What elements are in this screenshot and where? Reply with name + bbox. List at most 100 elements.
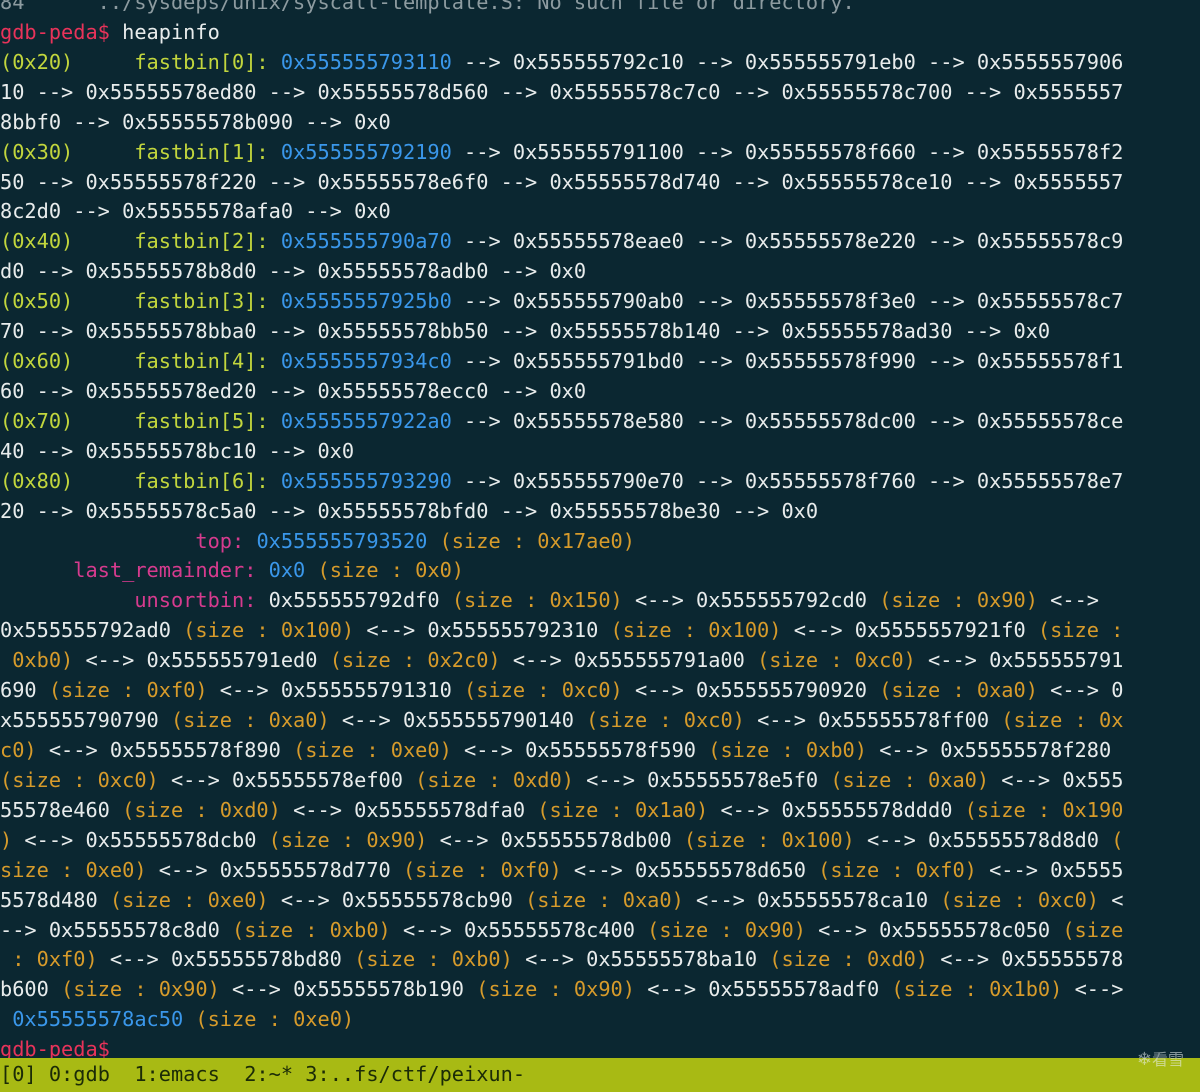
- terminal-text-segment: 70 --> 0x55555578bba0 --> 0x55555578bb50…: [0, 319, 1051, 344]
- terminal-text-segment: 8bbf0 --> 0x55555578b090 --> 0x0: [0, 109, 391, 134]
- terminal-line: gdb-peda$: [0, 1035, 110, 1058]
- terminal-text-segment: <--> 0x555555792cd0: [622, 588, 880, 613]
- terminal-text-segment: --> 0x555555792c10 --> 0x555555791eb0 --…: [451, 49, 1124, 74]
- terminal-text-segment: 20 --> 0x55555578c5a0 --> 0x55555578bfd0…: [0, 498, 819, 523]
- terminal-text-segment: <--> 0x55555578ddd0: [708, 797, 965, 822]
- terminal-line: (0x20) fastbin[0]: 0x555555793110 --> 0x…: [0, 48, 1123, 78]
- terminal-line: top: 0x555555793520 (size : 0x17ae0): [0, 527, 635, 557]
- terminal-text-segment: (size : 0x90): [268, 827, 428, 852]
- terminal-text-segment: --> 0x555555790e70 --> 0x55555578f760 --…: [451, 468, 1124, 493]
- terminal-text-segment: <--> 0x55555578ba10: [512, 947, 770, 972]
- terminal-text-segment: fastbin[1]:: [134, 139, 269, 164]
- terminal-text-segment: 0x555555793290: [280, 468, 452, 493]
- terminal-text-segment: (size : 0x17ae0): [427, 528, 635, 553]
- terminal-text-segment: 0x555555792ad0: [0, 618, 184, 643]
- terminal-text-segment: gdb-peda$: [0, 19, 110, 44]
- terminal-text-segment: <--> 0x55555578cb90: [268, 887, 526, 912]
- terminal-text-segment: <--> 0x5555557921f0: [781, 618, 1038, 643]
- terminal-text-segment: (size: [1062, 917, 1124, 942]
- terminal-text-segment: (0x60): [0, 349, 135, 374]
- terminal-text-segment: 40 --> 0x55555578bc10 --> 0x0: [0, 438, 355, 463]
- terminal-text-segment: fastbin[3]:: [134, 289, 269, 314]
- terminal-text-segment: (size : 0xa0): [525, 887, 684, 912]
- watermark: ❄看雪: [1137, 1046, 1184, 1070]
- terminal-text-segment: (size : 0x90): [61, 977, 220, 1002]
- terminal-line: 55578e460 (size : 0xd0) <--> 0x55555578d…: [0, 796, 1123, 826]
- terminal-text-segment: (size :: [1037, 618, 1124, 643]
- terminal-text-segment: (size : 0x1b0): [891, 977, 1063, 1002]
- terminal-text-segment: (size : 0x100): [610, 618, 782, 643]
- terminal-text-segment: <--> 0x555555791a00: [500, 648, 758, 673]
- terminal-line: 40 --> 0x55555578bc10 --> 0x0: [0, 437, 354, 467]
- terminal-text-segment: (size : 0xa0): [170, 708, 330, 733]
- terminal-line: gdb-peda$ heapinfo: [0, 18, 220, 48]
- terminal-line: 10 --> 0x55555578ed80 --> 0x55555578d560…: [0, 78, 1123, 108]
- terminal-text-segment: 5578d480: [0, 887, 110, 912]
- terminal-text-segment: (size : 0x0): [305, 558, 465, 583]
- terminal-text-segment: (size : 0x190: [964, 797, 1124, 822]
- terminal-text-segment: (0x20): [0, 49, 135, 74]
- terminal-text-segment: <--> 0x555555790140: [329, 708, 587, 733]
- terminal-text-segment: <--> 0x555: [989, 767, 1124, 792]
- terminal-text-segment: <--> 0x55555578ef00: [158, 767, 416, 792]
- terminal-text-segment: (size : 0xc0): [0, 767, 159, 792]
- terminal-line: (0x50) fastbin[3]: 0x5555557925b0 --> 0x…: [0, 287, 1123, 317]
- terminal-text-segment: <--> 0x55555578ca10: [683, 887, 941, 912]
- terminal-text-segment: (size : 0xb0): [354, 947, 513, 972]
- terminal-text-segment: <--> 0x55555578c400: [390, 917, 648, 942]
- terminal-line: ) <--> 0x55555578dcb0 (size : 0x90) <-->…: [0, 826, 1123, 856]
- tmux-session-label: [0]: [0, 1062, 37, 1086]
- terminal-text-segment: (size : 0xf0): [818, 857, 977, 882]
- tmux-window-list[interactable]: 0:gdb 1:emacs 2:~* 3:..fs/ctf/peixun-: [37, 1062, 525, 1086]
- terminal-text-segment: --> 0x55555578c8d0: [0, 917, 232, 942]
- terminal-text-segment: unsortbin:: [134, 588, 257, 613]
- terminal-line: 60 --> 0x55555578ed20 --> 0x55555578ecc0…: [0, 377, 586, 407]
- terminal-text-segment: <-->: [1037, 588, 1099, 613]
- terminal-text-segment: (0x80): [0, 468, 135, 493]
- terminal-text-segment: 0x55555578ac50: [12, 1007, 184, 1032]
- terminal-text-segment: (size : 0xe0): [293, 738, 452, 762]
- terminal-text-segment: (size : 0x90): [476, 977, 635, 1002]
- terminal-line: 8bbf0 --> 0x55555578b090 --> 0x0: [0, 108, 391, 138]
- terminal-text-segment: <--> 0x55555578e5f0: [573, 767, 831, 792]
- terminal-line: (0x60) fastbin[4]: 0x5555557934c0 --> 0x…: [0, 347, 1123, 377]
- terminal-text-segment: 0x0: [268, 558, 306, 583]
- tmux-status-bar: [0] 0:gdb 1:emacs 2:~* 3:..fs/ctf/peixun…: [0, 1058, 1200, 1092]
- terminal-line: 0xb0) <--> 0x555555791ed0 (size : 0x2c0)…: [0, 646, 1123, 676]
- terminal-line: b600 (size : 0x90) <--> 0x55555578b190 (…: [0, 975, 1123, 1005]
- terminal-text-segment: 10 --> 0x55555578ed80 --> 0x55555578d560…: [0, 79, 1124, 104]
- terminal-line: (0x30) fastbin[1]: 0x555555792190 --> 0x…: [0, 138, 1123, 168]
- terminal-text-segment: top:: [195, 528, 245, 553]
- terminal-text-segment: 0x5555557922a0: [280, 408, 452, 433]
- terminal-text-segment: (size : 0x100): [183, 618, 355, 643]
- terminal-text-segment: <: [1099, 887, 1124, 912]
- terminal-line: c0) <--> 0x55555578f890 (size : 0xe0) <-…: [0, 736, 1111, 766]
- terminal-text-segment: <--> 0x55555578dfa0: [280, 797, 538, 822]
- terminal-line: 84 ../sysdeps/unix/syscall-template.S: N…: [0, 0, 855, 18]
- terminal-text-segment: (0x70): [0, 408, 135, 433]
- terminal-text-segment: (: [1111, 827, 1124, 852]
- snowflake-icon: ❄: [1136, 1049, 1152, 1070]
- terminal-text-segment: <--> 0x55555578: [928, 947, 1124, 972]
- terminal-text-segment: 0x555555792190: [280, 139, 452, 164]
- terminal-text-segment: <--> 0x55555578ff00: [744, 708, 1002, 733]
- terminal-text-segment: <--> 0: [1037, 678, 1124, 703]
- terminal-window[interactable]: 84 ../sysdeps/unix/syscall-template.S: N…: [0, 0, 1200, 1058]
- terminal-text-segment: --> 0x55555578eae0 --> 0x55555578e220 --…: [451, 229, 1124, 254]
- terminal-text-segment: d0 --> 0x55555578b8d0 --> 0x55555578adb0…: [0, 259, 587, 284]
- terminal-text-segment: fastbin[2]:: [134, 229, 269, 254]
- terminal-text-segment: (size : 0x2c0): [329, 648, 501, 673]
- terminal-line: (0x80) fastbin[6]: 0x555555793290 --> 0x…: [0, 467, 1123, 497]
- terminal-text-segment: (size : 0xd0): [769, 947, 929, 972]
- terminal-text-segment: (0x30): [0, 139, 135, 164]
